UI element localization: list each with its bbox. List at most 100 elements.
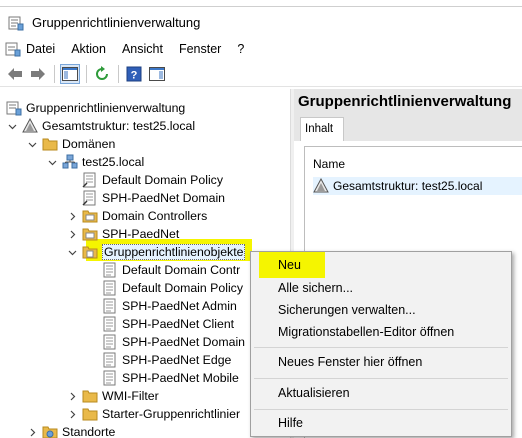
toolbar-separator <box>118 64 119 83</box>
tree-item-gpo[interactable]: SPH-PaedNet Mobile <box>102 369 239 387</box>
context-menu-manage-backups[interactable]: Sicherungen verwalten... <box>278 301 416 319</box>
chevron-right-icon[interactable] <box>66 210 78 222</box>
tree-item-default-domain-policy-link[interactable]: Default Domain Policy <box>82 171 223 189</box>
tree-label: Domain Controllers <box>102 209 208 223</box>
gpo-link-icon <box>82 190 98 206</box>
window-title: Gruppenrichtlinienverwaltung <box>32 15 201 30</box>
folder-icon <box>82 388 98 404</box>
chevron-down-icon[interactable] <box>6 120 18 132</box>
refresh-icon[interactable] <box>92 64 112 84</box>
tree-label: SPH-PaedNet Edge <box>122 353 232 367</box>
show-hide-console-tree-icon[interactable] <box>60 63 80 84</box>
context-menu-separator <box>254 378 508 379</box>
list-item[interactable]: Gesamtstruktur: test25.local <box>313 177 522 195</box>
tree-label: Gesamtstruktur: test25.local <box>42 119 196 133</box>
gpo-icon <box>102 316 118 332</box>
chevron-right-icon[interactable] <box>66 228 78 240</box>
toolbar-separator <box>86 64 87 83</box>
tree-label: Default Domain Contr <box>122 263 241 277</box>
tree-label: WMI-Filter <box>102 389 159 403</box>
properties-pane-icon[interactable] <box>147 64 167 84</box>
tree-item-sph-paednet-domain-link[interactable]: SPH-PaedNet Domain <box>82 189 225 207</box>
context-menu-migration-editor[interactable]: Migrationstabellen-Editor öffnen <box>278 323 454 341</box>
tree-item-gpo-container[interactable]: Gruppenrichtlinienobjekte <box>66 243 246 261</box>
domain-icon <box>62 154 78 170</box>
tree-label: SPH-PaedNet Domain <box>102 191 226 205</box>
tree-label: Default Domain Policy <box>102 173 223 187</box>
forward-arrow-icon[interactable] <box>28 64 48 84</box>
folder-icon <box>82 406 98 422</box>
gpo-icon <box>102 298 118 314</box>
help-icon[interactable]: ? <box>124 64 144 84</box>
sites-folder-icon <box>42 424 58 438</box>
tree-label: Gruppenrichtlinienverwaltung <box>26 101 186 115</box>
menu-app-icon[interactable] <box>5 41 21 57</box>
context-menu: Neu Alle sichern... Sicherungen verwalte… <box>250 251 512 437</box>
gpo-link-icon <box>82 172 98 188</box>
tree-label: SPH-PaedNet <box>102 227 180 241</box>
forest-icon <box>22 117 38 134</box>
tree-label: SPH-PaedNet Admin <box>122 299 237 313</box>
menu-aktion[interactable]: Aktion <box>63 39 114 59</box>
context-menu-separator <box>254 409 508 410</box>
gpo-folder-icon <box>82 244 98 260</box>
tree-item-domain[interactable]: test25.local <box>46 153 144 171</box>
chevron-down-icon[interactable] <box>26 138 38 150</box>
menu-bar: Datei Aktion Ansicht Fenster ? <box>0 39 522 59</box>
gpo-icon <box>102 280 118 296</box>
mmc-window: Gruppenrichtlinienverwaltung Datei Aktio… <box>0 6 522 438</box>
tree-label: Standorte <box>62 425 116 438</box>
tree-label: SPH-PaedNet Domain <box>122 335 246 349</box>
tree-item-forest[interactable]: Gesamtstruktur: test25.local <box>6 117 195 135</box>
back-arrow-icon[interactable] <box>5 64 25 84</box>
tab-inhalt[interactable]: Inhalt <box>300 117 344 141</box>
tree-item-wmi-filter[interactable]: WMI-Filter <box>66 387 159 405</box>
context-menu-new-window[interactable]: Neues Fenster hier öffnen <box>278 353 422 371</box>
gpo-icon <box>102 352 118 368</box>
tree-label: Starter-Gruppenrichtlinier <box>102 407 241 421</box>
chevron-right-icon[interactable] <box>66 390 78 402</box>
context-menu-new[interactable]: Neu <box>278 256 301 274</box>
tree-item-domains[interactable]: Domänen <box>26 135 115 153</box>
tree-label-selected: Gruppenrichtlinienobjekte <box>102 244 246 260</box>
toolbar: ? <box>0 61 522 87</box>
tree-item-gpo[interactable]: Default Domain Policy <box>102 279 243 297</box>
gpmc-app-icon <box>8 15 24 31</box>
folder-icon <box>42 136 58 152</box>
tree-item-root[interactable]: Gruppenrichtlinienverwaltung <box>6 99 185 117</box>
svg-text:?: ? <box>131 69 138 81</box>
menu-fenster[interactable]: Fenster <box>171 39 229 59</box>
tree-item-sites[interactable]: Standorte <box>26 423 115 438</box>
console-tree: Gruppenrichtlinienverwaltung Gesamtstruk… <box>0 89 290 438</box>
tree-item-sph-paednet[interactable]: SPH-PaedNet <box>66 225 179 243</box>
chevron-right-icon[interactable] <box>26 426 38 438</box>
tree-item-starter-gpo[interactable]: Starter-Gruppenrichtlinier <box>66 405 240 423</box>
gpo-icon <box>102 370 118 386</box>
menu-datei[interactable]: Datei <box>21 39 63 59</box>
tree-item-domain-controllers[interactable]: Domain Controllers <box>66 207 207 225</box>
gpmc-root-icon <box>6 100 22 116</box>
ou-folder-icon <box>82 226 98 242</box>
gpo-icon <box>102 334 118 350</box>
gpo-icon <box>102 262 118 278</box>
details-title: Gruppenrichtlinienverwaltung <box>298 93 512 110</box>
tree-item-gpo[interactable]: SPH-PaedNet Domain <box>102 333 245 351</box>
tree-item-gpo[interactable]: SPH-PaedNet Client <box>102 315 234 333</box>
context-menu-backup-all[interactable]: Alle sichern... <box>278 279 353 297</box>
ou-folder-icon <box>82 208 98 224</box>
column-header-name[interactable]: Name <box>313 157 345 171</box>
tree-item-gpo[interactable]: SPH-PaedNet Edge <box>102 351 231 369</box>
chevron-right-icon[interactable] <box>66 408 78 420</box>
details-header: Gruppenrichtlinienverwaltung Inhalt <box>294 89 522 141</box>
menu-help[interactable]: ? <box>229 39 252 59</box>
chevron-down-icon[interactable] <box>66 246 78 258</box>
menu-ansicht[interactable]: Ansicht <box>114 39 171 59</box>
context-menu-help[interactable]: Hilfe <box>278 414 303 432</box>
tree-item-gpo[interactable]: SPH-PaedNet Admin <box>102 297 237 315</box>
tree-label: Default Domain Policy <box>122 281 243 295</box>
context-menu-refresh[interactable]: Aktualisieren <box>278 384 350 402</box>
tree-item-gpo[interactable]: Default Domain Contr <box>102 261 240 279</box>
chevron-down-icon[interactable] <box>46 156 58 168</box>
tree-label: SPH-PaedNet Client <box>122 317 235 331</box>
title-bar: Gruppenrichtlinienverwaltung <box>0 7 522 38</box>
